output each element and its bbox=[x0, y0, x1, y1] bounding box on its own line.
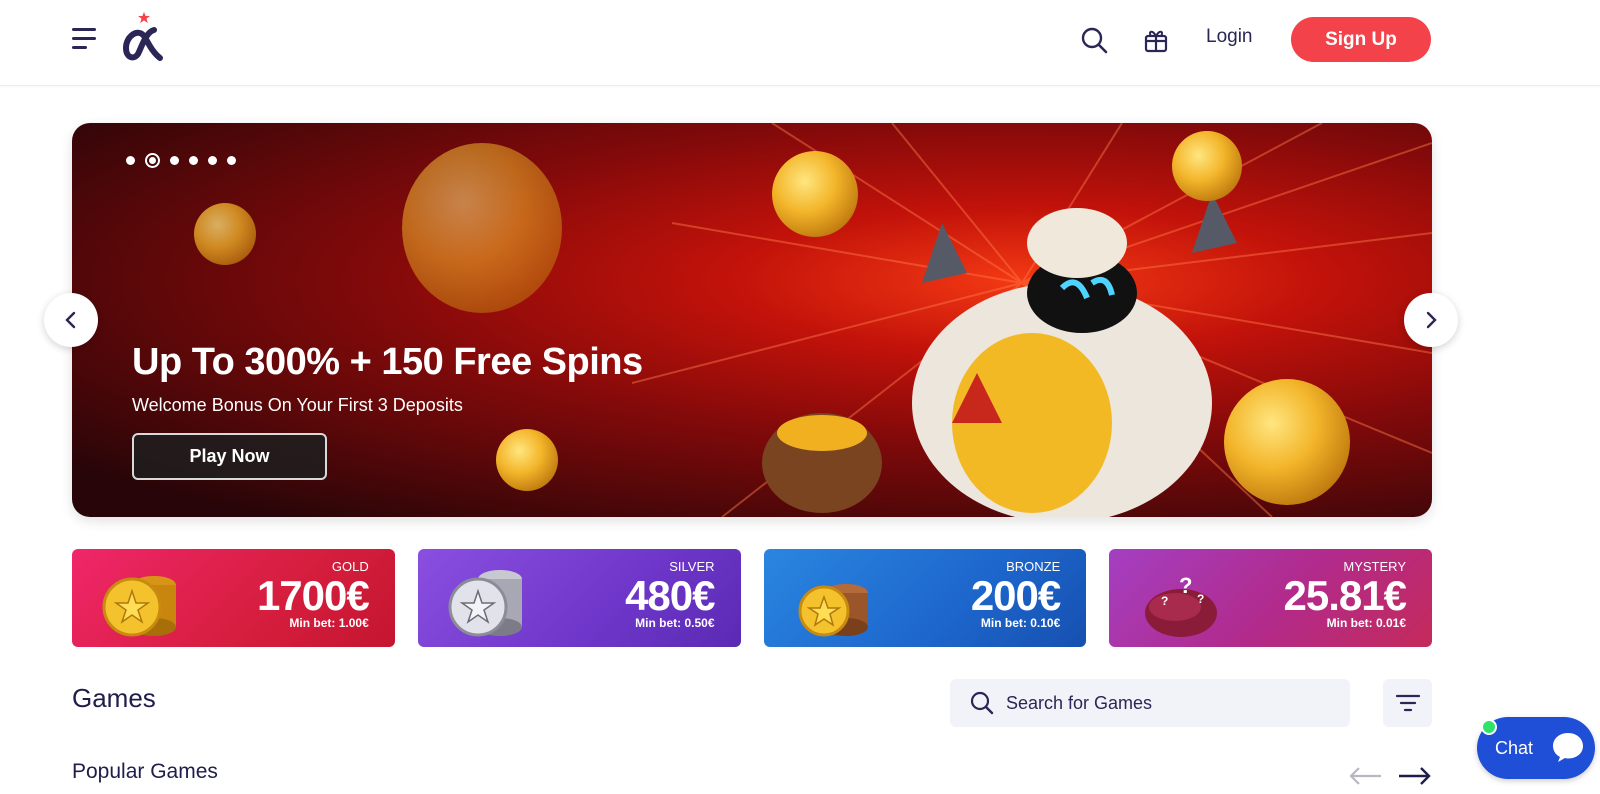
banner-title: Up To 300% + 150 Free Spins bbox=[132, 341, 643, 383]
popular-next-button[interactable] bbox=[1397, 766, 1431, 786]
jackpot-min-bet: Min bet: 0.50€ bbox=[635, 616, 715, 630]
game-search-input[interactable] bbox=[1006, 692, 1326, 714]
chat-widget[interactable]: Chat bbox=[1477, 717, 1595, 779]
carousel-dot[interactable] bbox=[126, 156, 135, 165]
banner-subtitle: Welcome Bonus On Your First 3 Deposits bbox=[132, 395, 463, 415]
search-icon bbox=[970, 691, 994, 715]
carousel-dot[interactable] bbox=[189, 156, 198, 165]
top-navbar: Login Sign Up bbox=[0, 0, 1600, 86]
mascot-illustration bbox=[762, 193, 1237, 517]
svg-text:?: ? bbox=[1179, 573, 1192, 598]
carousel-next-button[interactable] bbox=[1404, 293, 1458, 347]
jackpot-card-gold[interactable]: GOLD 1700€ Min bet: 1.00€ bbox=[72, 549, 395, 647]
popular-games-heading: Popular Games bbox=[72, 760, 218, 783]
login-link[interactable]: Login bbox=[1206, 26, 1253, 48]
filter-icon bbox=[1395, 694, 1420, 712]
popular-prev-button[interactable] bbox=[1349, 766, 1383, 786]
coin-decoration bbox=[496, 429, 558, 491]
play-now-button[interactable]: Play Now bbox=[132, 433, 327, 480]
chevron-right-icon bbox=[1426, 311, 1437, 329]
jackpot-row: GOLD 1700€ Min bet: 1.00€ SILVER 480€ Mi… bbox=[72, 549, 1432, 647]
coin-decoration bbox=[772, 151, 858, 237]
arrow-right-icon bbox=[1399, 767, 1431, 785]
jackpot-amount: 200€ bbox=[970, 572, 1061, 619]
jackpot-card-silver[interactable]: SILVER 480€ Min bet: 0.50€ bbox=[417, 549, 741, 647]
game-search-box[interactable] bbox=[950, 679, 1350, 727]
coin-decoration bbox=[1224, 379, 1350, 505]
svg-text:?: ? bbox=[1161, 594, 1168, 608]
carousel-prev-button[interactable] bbox=[44, 293, 98, 347]
svg-text:?: ? bbox=[1197, 592, 1204, 606]
online-status-indicator bbox=[1481, 719, 1497, 735]
jackpot-min-bet: Min bet: 1.00€ bbox=[289, 616, 369, 630]
carousel-dot[interactable] bbox=[208, 156, 217, 165]
search-icon[interactable] bbox=[1080, 26, 1108, 54]
promo-banner[interactable]: Up To 300% + 150 Free Spins Welcome Bonu… bbox=[72, 123, 1432, 517]
silver-coins-icon bbox=[448, 570, 522, 637]
jackpot-amount: 25.81€ bbox=[1283, 572, 1407, 619]
coin-decoration bbox=[402, 143, 562, 313]
jackpot-amount: 1700€ bbox=[256, 572, 370, 619]
jackpot-card-mystery[interactable]: ? ? ? MYSTERY 25.81€ Min bet: 0.01€ bbox=[1109, 549, 1432, 647]
jackpot-min-bet: Min bet: 0.01€ bbox=[1326, 616, 1406, 630]
bronze-coins-icon bbox=[798, 584, 868, 637]
filter-button[interactable] bbox=[1383, 679, 1432, 727]
jackpot-min-bet: Min bet: 0.10€ bbox=[980, 616, 1061, 630]
logo[interactable] bbox=[122, 10, 164, 62]
gift-icon[interactable] bbox=[1142, 26, 1170, 54]
gold-coins-icon bbox=[102, 576, 176, 637]
coin-decoration bbox=[1172, 131, 1242, 201]
carousel-dot[interactable] bbox=[170, 156, 179, 165]
chevron-left-icon bbox=[65, 311, 76, 329]
carousel-dots bbox=[126, 153, 236, 168]
games-heading: Games bbox=[72, 683, 156, 713]
carousel-dot-active[interactable] bbox=[145, 153, 160, 168]
menu-icon[interactable] bbox=[72, 28, 98, 50]
mystery-stone-icon: ? ? ? bbox=[1145, 573, 1218, 637]
carousel-dot[interactable] bbox=[227, 156, 236, 165]
jackpot-amount: 480€ bbox=[625, 572, 715, 619]
arrow-left-icon bbox=[1349, 767, 1381, 785]
chat-bubble-icon bbox=[1553, 733, 1583, 762]
signup-button[interactable]: Sign Up bbox=[1291, 17, 1431, 62]
coin-decoration bbox=[194, 203, 256, 265]
chat-label: Chat bbox=[1495, 737, 1534, 758]
jackpot-card-bronze[interactable]: BRONZE 200€ Min bet: 0.10€ bbox=[763, 549, 1087, 647]
